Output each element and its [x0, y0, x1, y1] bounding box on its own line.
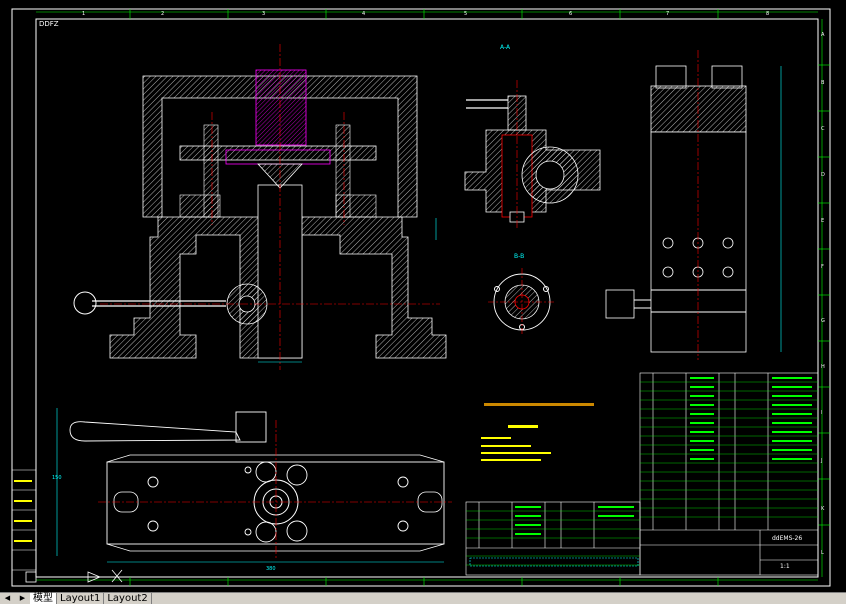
section-bb-label: B-B	[514, 253, 525, 260]
drawing-scale: 1:1	[780, 563, 790, 570]
lower-parts-list-rows	[466, 510, 640, 566]
section-bb-view	[488, 268, 556, 336]
zone-number-5: 5	[464, 11, 468, 17]
section-aa-view	[464, 80, 601, 228]
zone-number-1: 1	[82, 11, 86, 17]
tab-model[interactable]: 模型	[30, 593, 57, 604]
cad-drawing-canvas[interactable]: DDFZ A-A B-B 380 150 ddEMS-26 1:1 1 2 3 …	[0, 0, 846, 592]
tab-nav-next-icon[interactable]: ▶	[15, 593, 30, 604]
layout-tab-bar: ◀ ▶ 模型 Layout1 Layout2	[0, 592, 846, 604]
zone-letter-b: B	[821, 80, 825, 86]
zone-letter-c: C	[821, 126, 825, 132]
revision-table-text	[14, 480, 32, 542]
lower-parts-list	[465, 501, 641, 576]
tab-layout2[interactable]: Layout2	[104, 593, 152, 604]
side-view	[605, 50, 782, 360]
zone-letter-e: E	[821, 218, 825, 224]
technical-notes	[481, 403, 594, 461]
cad-drawing	[11, 8, 831, 587]
zone-number-2: 2	[161, 11, 165, 17]
zone-number-8: 8	[766, 11, 770, 17]
zone-letter-f: F	[821, 264, 824, 270]
zone-letter-h: H	[821, 364, 825, 370]
top-plan-view	[56, 408, 452, 563]
zone-letter-g: G	[821, 318, 825, 324]
tab-layout1[interactable]: Layout1	[57, 593, 105, 604]
zone-number-4: 4	[362, 11, 366, 17]
zone-letter-k: K	[821, 506, 825, 512]
parts-text-fill	[515, 377, 812, 535]
zone-letter-j: J	[821, 458, 823, 464]
zone-letter-i: I	[821, 410, 823, 416]
parts-list	[639, 372, 819, 576]
dimension-main: 380	[266, 566, 276, 572]
sheet-code: DDFZ	[39, 20, 59, 28]
zone-number-7: 7	[666, 11, 670, 17]
section-aa-label: A-A	[500, 44, 511, 51]
zone-letter-a: A	[821, 32, 825, 38]
tab-nav-prev-icon[interactable]: ◀	[0, 593, 15, 604]
zone-letter-l: L	[821, 550, 824, 556]
drawing-number: ddEMS-26	[772, 535, 803, 542]
front-section-view	[73, 44, 447, 370]
zone-letter-d: D	[821, 172, 825, 178]
zone-number-6: 6	[569, 11, 573, 17]
dimension-side: 150	[52, 475, 62, 481]
zone-number-3: 3	[262, 11, 266, 17]
